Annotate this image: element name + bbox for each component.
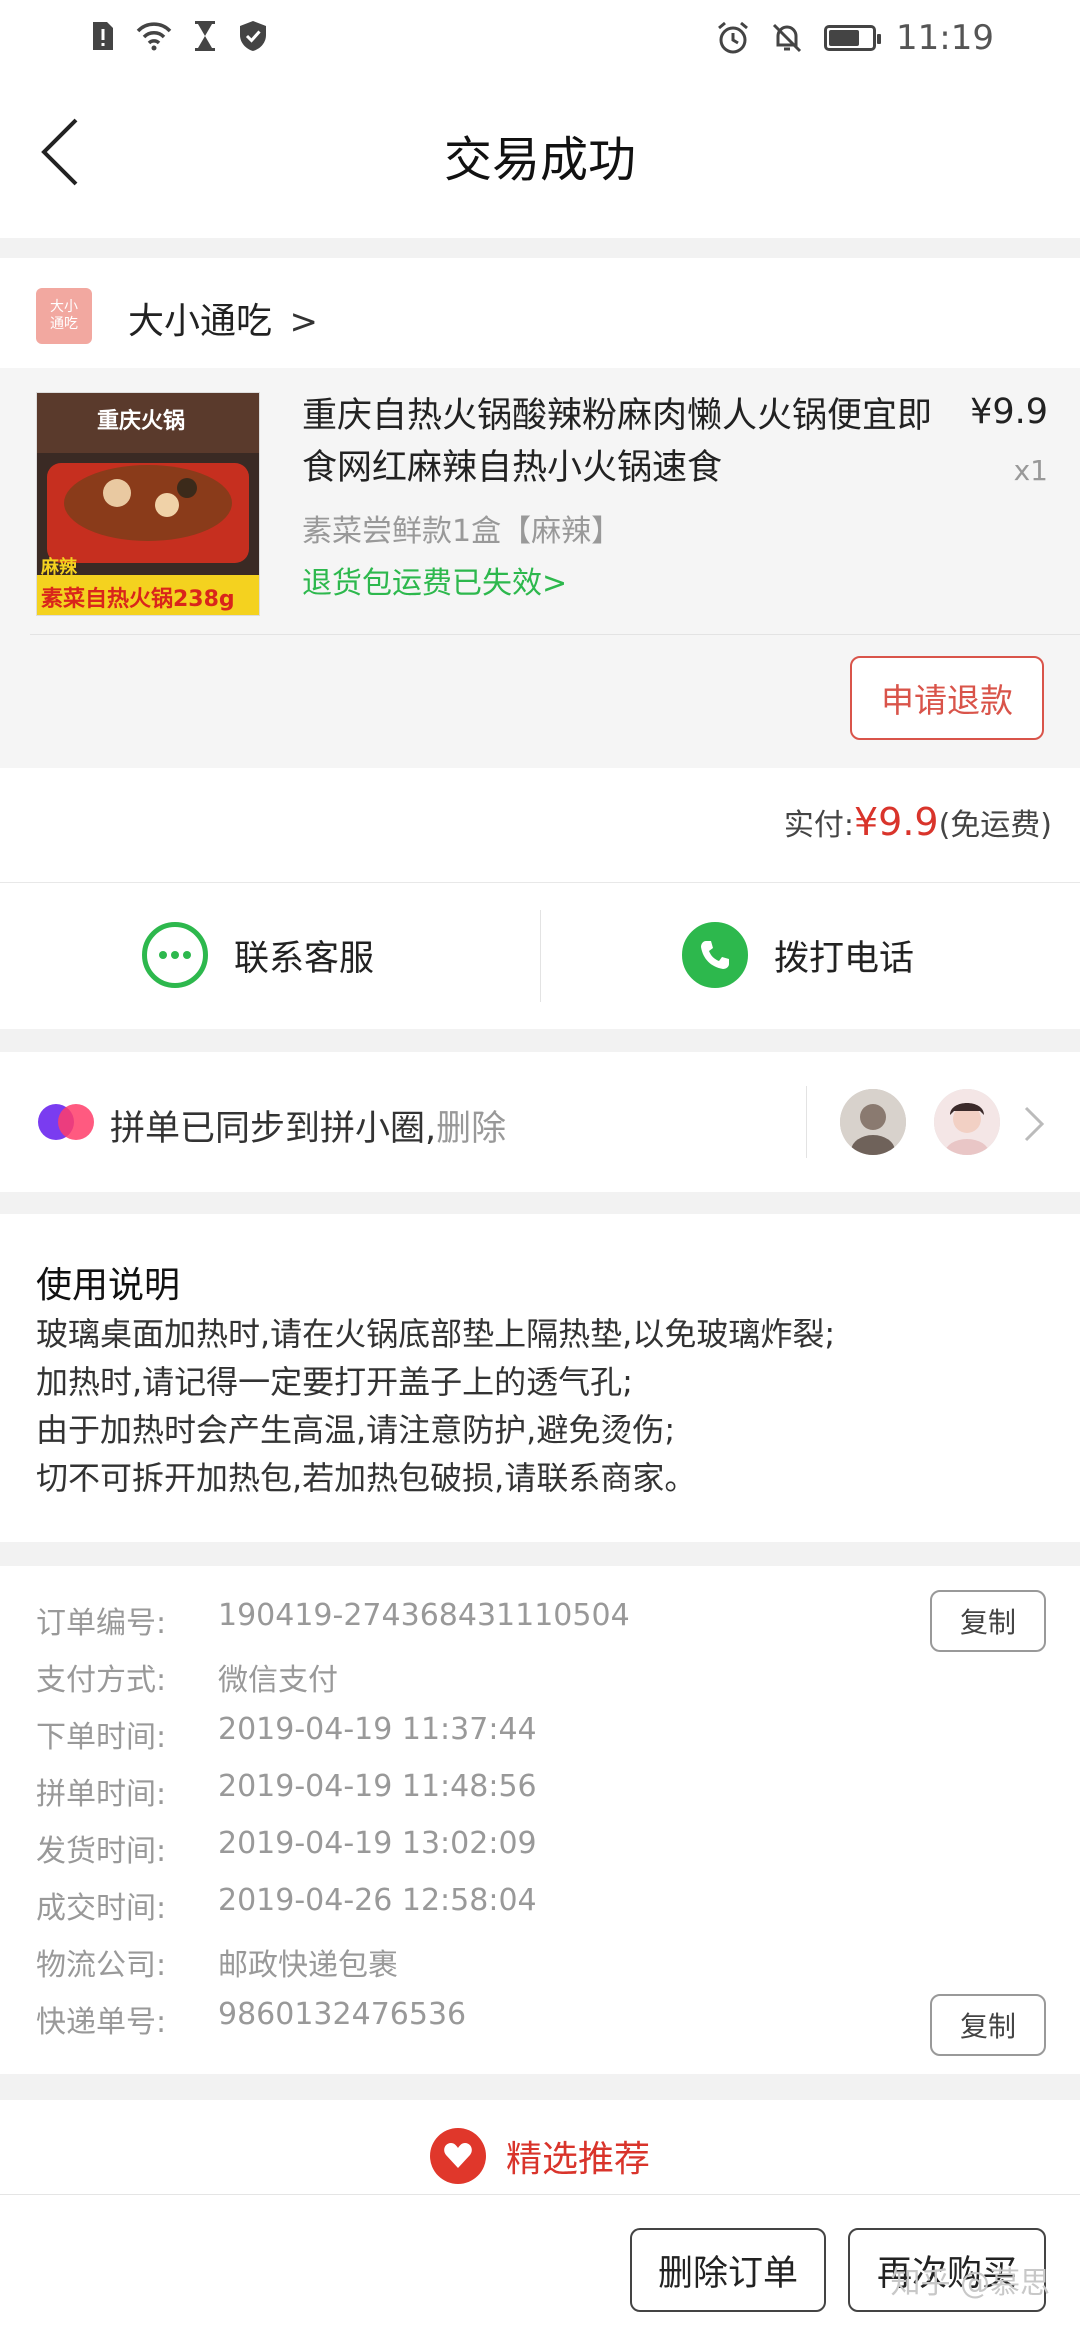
instruction-line: 加热时,请记得一定要打开盖子上的透气孔; bbox=[36, 1363, 633, 1401]
refund-button[interactable]: 申请退款 bbox=[850, 656, 1044, 740]
product-price: ¥9.9 bbox=[970, 392, 1048, 432]
heart-icon bbox=[429, 2128, 486, 2184]
recommend-label: 精选推荐 bbox=[505, 2139, 650, 2180]
page-title: 交易成功 bbox=[443, 132, 636, 188]
call-phone-label: 拨打电话 bbox=[774, 938, 915, 979]
order-info-label: 支付方式: bbox=[36, 1663, 167, 1698]
shield-check-icon bbox=[238, 18, 268, 54]
instructions-body: 玻璃桌面加热时,请在火锅底部垫上隔热垫,以免玻璃炸裂; 加热时,请记得一定要打开… bbox=[36, 1310, 1056, 1502]
contact-service-label: 联系客服 bbox=[234, 938, 375, 979]
group-time: 2019-04-19 11:48:56 bbox=[218, 1769, 537, 1804]
order-info-label: 发货时间: bbox=[36, 1834, 167, 1869]
status-left-icons bbox=[88, 18, 268, 54]
order-info-row: 物流公司: 邮政快递包裹 bbox=[36, 1940, 398, 1984]
tracking-number: 9860132476536 bbox=[218, 1997, 467, 2032]
watermark: 知乎 @慕思 bbox=[890, 2266, 1050, 2301]
group-sync-text: 拼单已同步到拼小圈,删除 bbox=[110, 1100, 506, 1151]
thumb-flavor-label: 麻辣 bbox=[41, 557, 77, 578]
copy-tracking-number-button[interactable]: 复制 bbox=[930, 1994, 1046, 2056]
shop-logo: 大小 通吃 bbox=[36, 288, 92, 344]
copy-order-number-button[interactable]: 复制 bbox=[930, 1590, 1046, 1652]
status-time: 11:19 bbox=[896, 18, 994, 58]
order-info-row: 拼单时间: 2019-04-19 11:48:56 bbox=[36, 1769, 537, 1813]
payment-method: 微信支付 bbox=[218, 1663, 338, 1698]
product-title[interactable]: 重庆自热火锅酸辣粉麻肉懒人火锅便宜即食网红麻辣自热小火锅速食 bbox=[302, 390, 942, 494]
order-info-row: 下单时间: 2019-04-19 11:37:44 bbox=[36, 1712, 537, 1756]
shop-name[interactable]: 大小通吃 > bbox=[128, 292, 318, 344]
sim-alert-icon bbox=[88, 18, 118, 54]
thumb-bottom-label: 素菜自热火锅238g bbox=[41, 587, 235, 612]
ship-time: 2019-04-19 13:02:09 bbox=[218, 1826, 537, 1861]
payment-amount: ¥9.9 bbox=[853, 800, 939, 844]
delete-order-button[interactable]: 删除订单 bbox=[630, 2228, 826, 2312]
avatar[interactable] bbox=[840, 1089, 906, 1155]
return-shipping-note-text: 退货包运费已失效 bbox=[302, 566, 542, 601]
order-info-row: 快递单号: 9860132476536 bbox=[36, 1997, 466, 2041]
order-info-label: 成交时间: bbox=[36, 1891, 167, 1926]
order-time: 2019-04-19 11:37:44 bbox=[218, 1712, 537, 1747]
call-phone-button[interactable]: 拨打电话 bbox=[682, 922, 914, 988]
divider bbox=[30, 634, 1080, 635]
order-info-row: 发货时间: 2019-04-19 13:02:09 bbox=[36, 1826, 537, 1870]
chevron-right-icon[interactable] bbox=[1022, 1104, 1046, 1144]
instructions-title: 使用说明 bbox=[36, 1265, 181, 1306]
phone-icon bbox=[682, 922, 748, 988]
divider bbox=[540, 910, 541, 1002]
instruction-line: 玻璃桌面加热时,请在火锅底部垫上隔热垫,以免玻璃炸裂; bbox=[36, 1315, 836, 1353]
order-info-label: 订单编号: bbox=[36, 1606, 167, 1641]
status-right-icons: 11:19 bbox=[716, 18, 994, 58]
payment-summary: 实付:¥9.9(免运费) bbox=[784, 800, 1052, 844]
group-delete-link[interactable]: 删除 bbox=[436, 1109, 506, 1149]
product-thumbnail[interactable]: 重庆火锅 麻辣 素菜自热火锅238g bbox=[36, 392, 260, 616]
order-info-label: 下单时间: bbox=[36, 1720, 167, 1755]
logistics-company: 邮政快递包裹 bbox=[218, 1948, 398, 1983]
shop-logo-text: 大小 通吃 bbox=[50, 299, 78, 332]
deal-time: 2019-04-26 12:58:04 bbox=[218, 1883, 537, 1918]
chevron-right-icon: > bbox=[289, 302, 318, 342]
mute-icon bbox=[770, 20, 804, 56]
order-info-row: 成交时间: 2019-04-26 12:58:04 bbox=[36, 1883, 537, 1927]
pinxiaoquan-logo-icon bbox=[36, 1102, 96, 1142]
shop-name-text: 大小通吃 bbox=[128, 301, 273, 342]
battery-icon bbox=[824, 25, 882, 51]
order-info-label: 物流公司: bbox=[36, 1948, 167, 1983]
order-number: 190419-274368431110504 bbox=[218, 1598, 630, 1633]
recommend-header: 精选推荐 bbox=[0, 2128, 1080, 2184]
alarm-icon bbox=[716, 20, 750, 56]
order-info-row: 订单编号: 190419-274368431110504 bbox=[36, 1598, 630, 1642]
instruction-line: 切不可拆开加热包,若加热包破损,请联系商家。 bbox=[36, 1459, 697, 1497]
return-shipping-note[interactable]: 退货包运费已失效> bbox=[302, 558, 567, 602]
instruction-line: 由于加热时会产生高温,请注意防护,避免烫伤; bbox=[36, 1411, 676, 1449]
contact-service-button[interactable]: 联系客服 bbox=[142, 922, 374, 988]
product-sku: 素菜尝鲜款1盒【麻辣】 bbox=[302, 514, 622, 549]
thumb-top-label: 重庆火锅 bbox=[97, 409, 186, 434]
chevron-right-icon: > bbox=[542, 566, 568, 601]
hourglass-icon bbox=[190, 18, 220, 54]
group-sync-message: 拼单已同步到拼小圈, bbox=[110, 1109, 437, 1149]
payment-note: (免运费) bbox=[938, 808, 1052, 843]
wifi-icon bbox=[136, 18, 172, 54]
payment-label: 实付: bbox=[783, 808, 854, 843]
divider bbox=[806, 1086, 807, 1158]
avatar[interactable] bbox=[934, 1089, 1000, 1155]
chat-bubble-icon bbox=[142, 922, 208, 988]
order-info-row: 支付方式: 微信支付 bbox=[36, 1655, 338, 1699]
order-info-label: 快递单号: bbox=[36, 2005, 167, 2040]
product-quantity: x1 bbox=[1013, 454, 1048, 487]
order-info-label: 拼单时间: bbox=[36, 1777, 167, 1812]
